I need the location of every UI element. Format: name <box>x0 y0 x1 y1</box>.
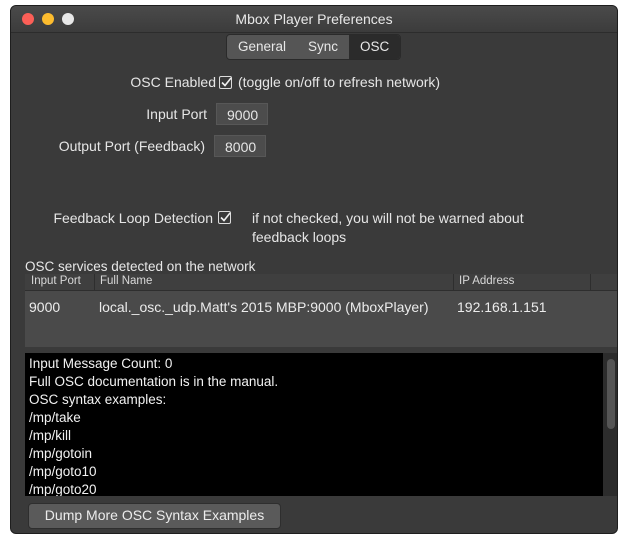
tab-sync[interactable]: Sync <box>297 35 349 59</box>
services-table: Input Port Full Name IP Address 9000 loc… <box>25 274 617 347</box>
console-line: /mp/goto20 <box>29 482 97 496</box>
column-header-input-port[interactable]: Input Port <box>31 275 81 287</box>
cell-full-name: local._osc._udp.Matt's 2015 MBP:9000 (Mb… <box>99 299 429 315</box>
output-port-label: Output Port (Feedback) <box>58 138 205 154</box>
feedback-loop-label: Feedback Loop Detection <box>53 210 213 226</box>
column-header-full-name[interactable]: Full Name <box>100 275 152 287</box>
console-line: /mp/take <box>29 410 81 425</box>
services-title: OSC services detected on the network <box>25 259 256 274</box>
input-port-label: Input Port <box>146 106 207 122</box>
cell-ip-address: 192.168.1.151 <box>457 299 547 315</box>
console-scrollbar[interactable] <box>603 353 617 496</box>
title-bar: Mbox Player Preferences <box>11 6 617 33</box>
console-line: Input Message Count: 0 <box>29 356 173 371</box>
tab-general[interactable]: General <box>227 35 297 59</box>
osc-enabled-hint: (toggle on/off to refresh network) <box>238 74 441 90</box>
output-port-field[interactable]: 8000 <box>214 135 266 157</box>
console-line: Full OSC documentation is in the manual. <box>29 374 279 389</box>
tab-bar: General Sync OSC <box>226 34 402 60</box>
column-header-ip-address[interactable]: IP Address <box>459 275 514 287</box>
window-title: Mbox Player Preferences <box>235 11 393 27</box>
console-line: /mp/kill <box>29 428 72 443</box>
console-line: /mp/gotoin <box>29 446 93 461</box>
tab-osc[interactable]: OSC <box>349 35 401 59</box>
preferences-window: Mbox Player Preferences General Sync OSC… <box>10 5 618 534</box>
osc-console-output[interactable]: Input Message Count: 0 Full OSC document… <box>25 353 603 496</box>
console-line: /mp/goto10 <box>29 464 97 479</box>
column-divider <box>590 274 591 290</box>
osc-enabled-checkbox[interactable] <box>219 76 232 89</box>
feedback-hint-line2: feedback loops <box>252 229 347 245</box>
column-divider <box>94 274 95 290</box>
checkmark-icon <box>220 212 231 222</box>
column-divider <box>453 274 454 290</box>
input-port-field[interactable]: 9000 <box>216 103 268 125</box>
cell-input-port: 9000 <box>29 299 61 315</box>
console-line: OSC syntax examples: <box>29 392 167 407</box>
table-row[interactable]: 9000 local._osc._udp.Matt's 2015 MBP:900… <box>25 296 617 318</box>
checkmark-icon <box>221 77 232 87</box>
dump-osc-examples-button[interactable]: Dump More OSC Syntax Examples <box>28 503 281 529</box>
table-header: Input Port Full Name IP Address <box>25 274 617 291</box>
feedback-loop-checkbox[interactable] <box>218 211 231 224</box>
osc-enabled-label: OSC Enabled <box>130 74 216 90</box>
console-scrollbar-thumb[interactable] <box>607 359 615 429</box>
feedback-hint-line1: if not checked, you will not be warned a… <box>252 210 524 226</box>
